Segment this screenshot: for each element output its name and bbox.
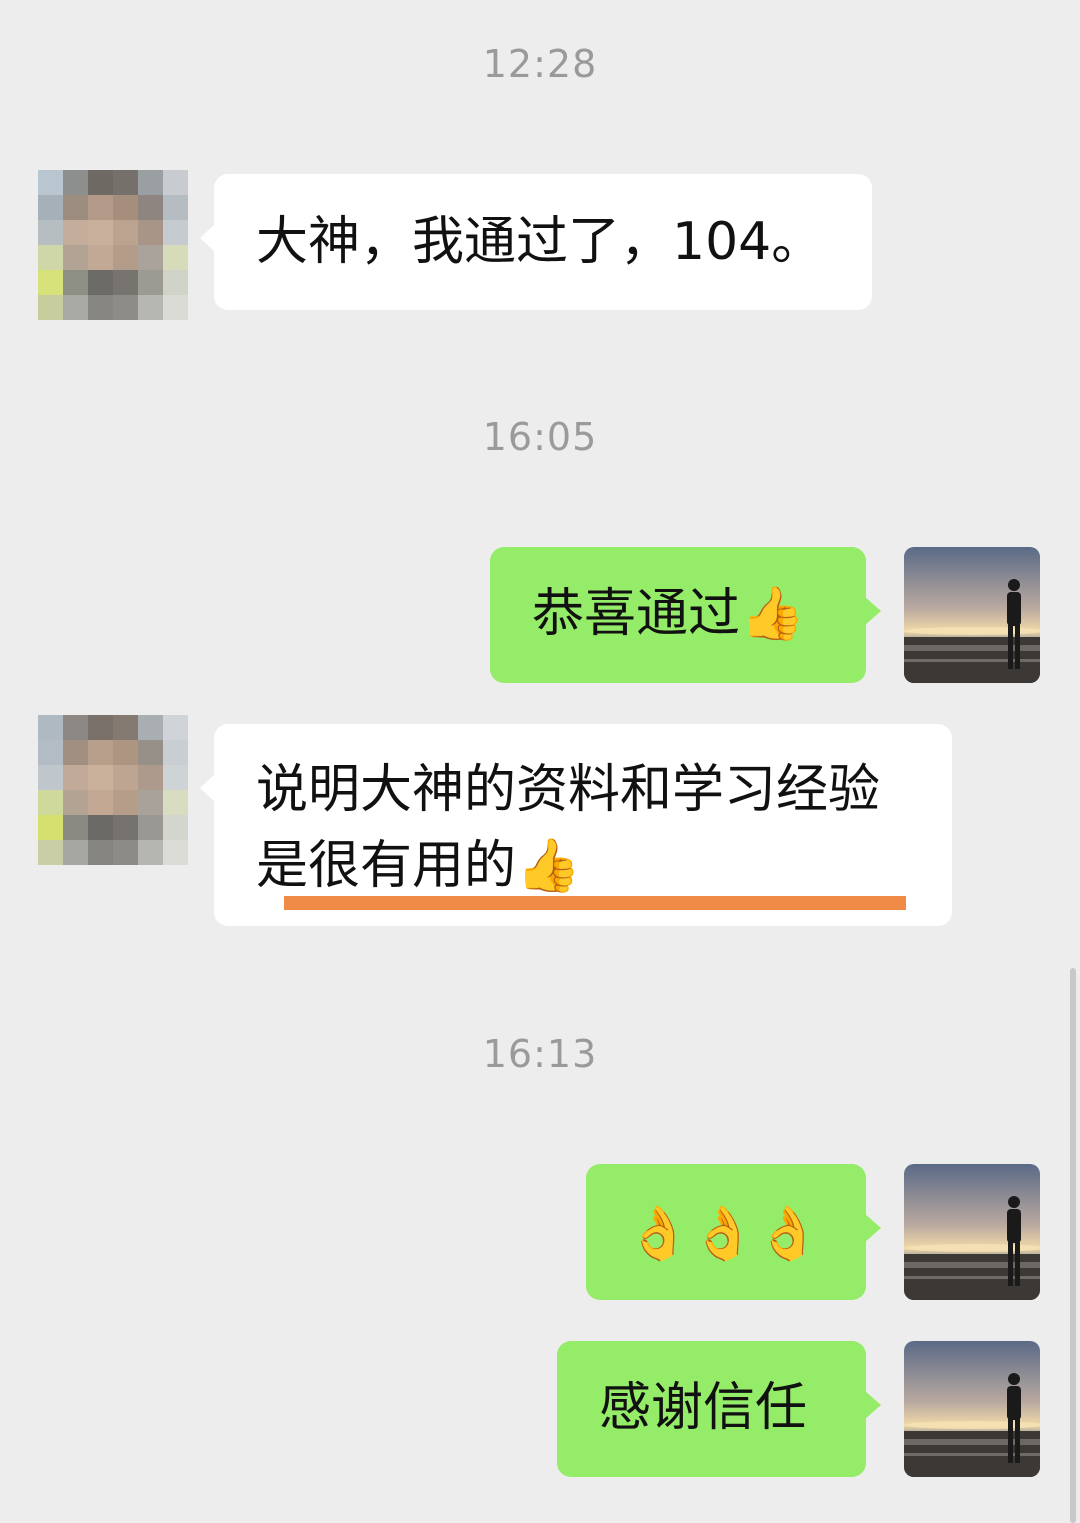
message-text-line-1: 说明大神的资料和学习经验 xyxy=(256,760,881,820)
thumbs-up-icon: 👍 xyxy=(740,584,805,644)
contact-avatar-icon[interactable] xyxy=(38,170,188,320)
outgoing-message-bubble[interactable]: 恭喜通过👍 xyxy=(490,547,881,683)
self-avatar-icon[interactable] xyxy=(904,547,1040,683)
incoming-message-bubble[interactable]: 大神，我通过了，104。 xyxy=(200,174,872,310)
outgoing-message-bubble[interactable]: 感谢信任 xyxy=(557,1341,881,1477)
timestamp: 16:13 xyxy=(482,1032,598,1076)
outgoing-message-bubble[interactable]: 👌👌👌 xyxy=(586,1164,881,1300)
ok-hand-icon: 👌👌👌 xyxy=(626,1204,821,1264)
thumbs-up-icon: 👍 xyxy=(516,836,581,896)
contact-avatar-icon[interactable] xyxy=(38,715,188,865)
incoming-message-bubble[interactable]: 说明大神的资料和学习经验 是很有用的👍 xyxy=(200,724,952,926)
timestamp: 12:28 xyxy=(482,42,598,86)
scrollbar[interactable] xyxy=(1070,968,1076,1523)
timestamp: 16:05 xyxy=(482,415,598,459)
message-text-line-2: 是很有用的 xyxy=(256,836,517,896)
message-text: 大神，我通过了，104。 xyxy=(256,212,824,272)
orange-underline-annotation xyxy=(284,896,906,910)
self-avatar-icon[interactable] xyxy=(904,1164,1040,1300)
message-text: 感谢信任 xyxy=(599,1378,808,1438)
self-avatar-icon[interactable] xyxy=(904,1341,1040,1477)
message-text: 恭喜通过 xyxy=(532,584,741,644)
